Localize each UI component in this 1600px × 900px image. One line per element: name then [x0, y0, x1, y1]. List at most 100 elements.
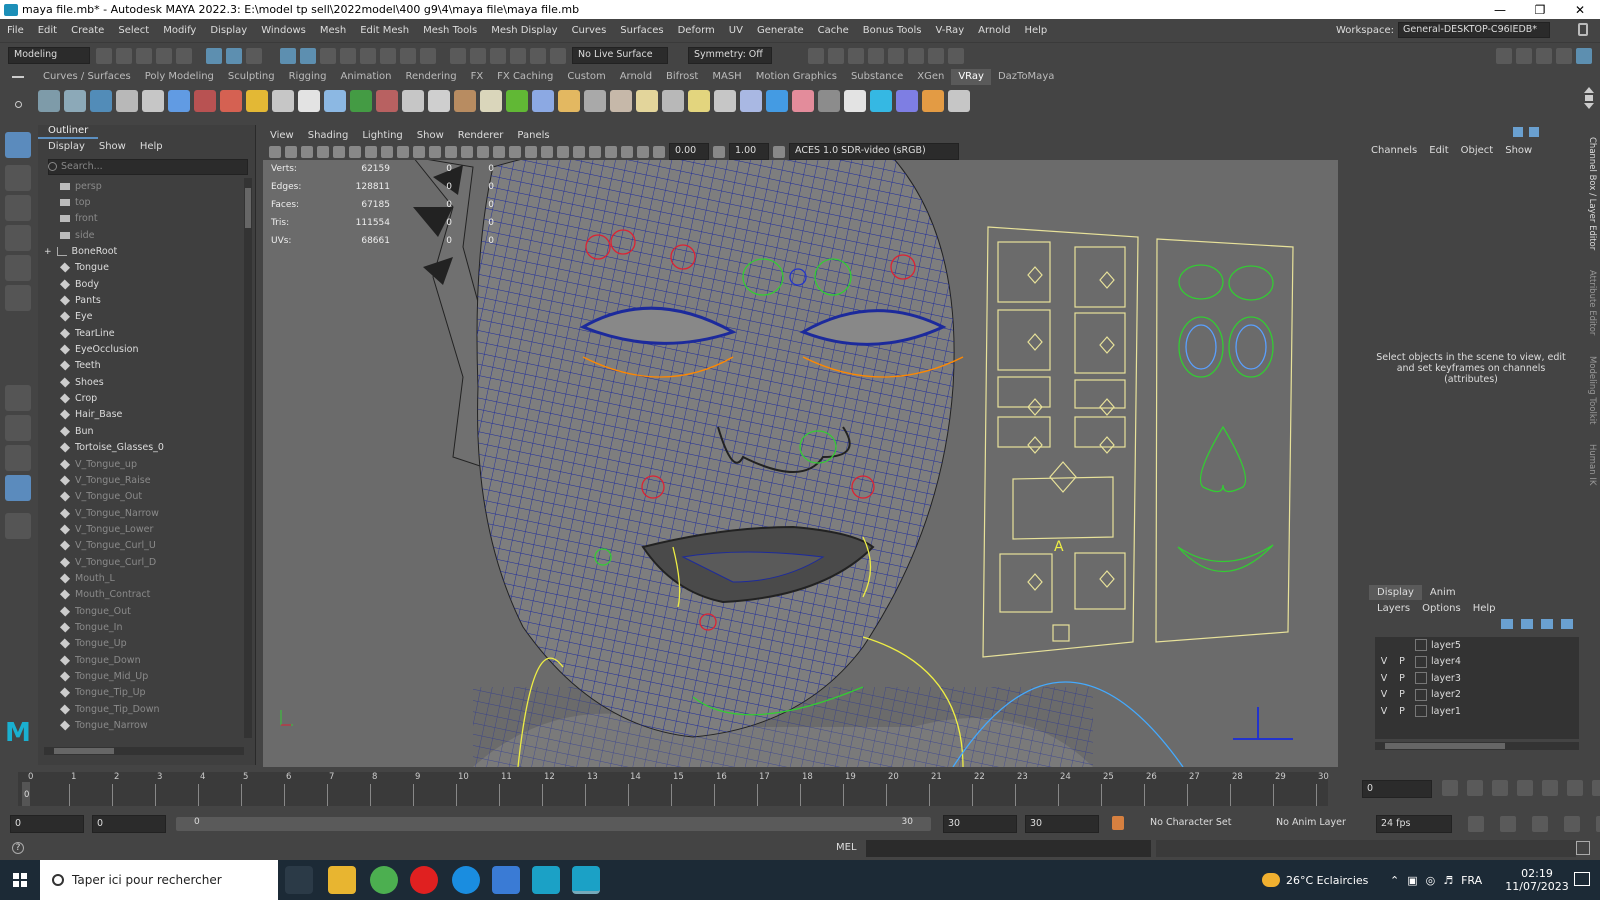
- loop-icon[interactable]: [1468, 816, 1484, 832]
- layer-playback-toggle[interactable]: P: [1393, 673, 1411, 684]
- outliner-menu-show[interactable]: Show: [99, 141, 126, 152]
- image-plane-icon[interactable]: [317, 145, 329, 158]
- shadows-icon[interactable]: [525, 145, 537, 158]
- shelf-tool-34-icon[interactable]: [896, 90, 918, 112]
- menu-item-create[interactable]: Create: [64, 25, 111, 36]
- shelf-tool-20-icon[interactable]: [532, 90, 554, 112]
- history-icon[interactable]: [420, 47, 436, 64]
- outliner-item[interactable]: V_Tongue_Out: [44, 489, 242, 505]
- shelf-tool-8-icon[interactable]: [220, 90, 242, 112]
- shelf-tab-mash[interactable]: MASH: [705, 69, 748, 85]
- shelf-tool-28-icon[interactable]: [740, 90, 762, 112]
- shelf-tab-animation[interactable]: Animation: [334, 69, 399, 85]
- layer-tab-display[interactable]: Display: [1369, 585, 1422, 600]
- menu-item-select[interactable]: Select: [111, 25, 156, 36]
- shelf-tool-12-icon[interactable]: [324, 90, 346, 112]
- lights-icon[interactable]: [509, 145, 521, 158]
- help-icon[interactable]: ?: [12, 842, 24, 854]
- cache-icon[interactable]: [1500, 816, 1516, 832]
- shelf-tool-1-icon[interactable]: [38, 90, 60, 112]
- close-button[interactable]: ✕: [1560, 0, 1600, 19]
- move-layer-up-icon[interactable]: [1501, 619, 1513, 629]
- render-region-icon[interactable]: [530, 47, 546, 64]
- shelf-tool-18-icon[interactable]: [480, 90, 502, 112]
- two-view-icon[interactable]: [5, 445, 31, 471]
- select-tool-icon[interactable]: [5, 132, 31, 158]
- wireframe-on-shaded-icon[interactable]: [477, 145, 489, 158]
- shelf-tool-30-icon[interactable]: [792, 90, 814, 112]
- render-settings-icon[interactable]: [868, 47, 884, 64]
- play-backward-icon[interactable]: [1517, 780, 1533, 796]
- attribute-editor-icon[interactable]: [1516, 47, 1532, 64]
- light-editor-icon[interactable]: [928, 47, 944, 64]
- hypershade-icon[interactable]: [888, 47, 904, 64]
- layer-visibility-toggle[interactable]: V: [1375, 656, 1393, 667]
- four-view-icon[interactable]: [5, 415, 31, 441]
- layer-row[interactable]: layer5: [1375, 637, 1579, 654]
- grid-icon[interactable]: [333, 145, 345, 158]
- scale-tool-icon[interactable]: [5, 285, 31, 311]
- channel-toggle-icon[interactable]: [1513, 127, 1523, 137]
- maya-active-taskbar-icon[interactable]: [572, 866, 600, 894]
- layer-menu-help[interactable]: Help: [1473, 603, 1496, 614]
- shelf-tool-32-icon[interactable]: [844, 90, 866, 112]
- outliner-item[interactable]: Crop: [44, 390, 242, 406]
- menu-item-arnold[interactable]: Arnold: [971, 25, 1017, 36]
- new-layer-selected-icon[interactable]: [1561, 619, 1573, 629]
- paint-select-icon[interactable]: [5, 195, 31, 221]
- shelf-tool-26-icon[interactable]: [688, 90, 710, 112]
- outliner-item[interactable]: V_Tongue_Narrow: [44, 505, 242, 521]
- outliner-menu-help[interactable]: Help: [140, 141, 163, 152]
- menu-item-uv[interactable]: UV: [722, 25, 750, 36]
- construction-history-icon[interactable]: [470, 47, 486, 64]
- shelf-tool-17-icon[interactable]: [454, 90, 476, 112]
- input-ops-icon[interactable]: [490, 47, 506, 64]
- character-icon[interactable]: [1596, 816, 1600, 832]
- clock[interactable]: 02:19 11/07/2023: [1505, 860, 1568, 900]
- opera-icon[interactable]: [410, 866, 438, 894]
- layer-tab-anim[interactable]: Anim: [1422, 585, 1464, 600]
- render-current-icon[interactable]: [550, 47, 566, 64]
- outliner-item[interactable]: V_Tongue_Lower: [44, 521, 242, 537]
- viewport-menu-lighting[interactable]: Lighting: [355, 130, 409, 141]
- menu-item-deform[interactable]: Deform: [671, 25, 722, 36]
- search-icon[interactable]: [5, 513, 31, 539]
- render-view-icon[interactable]: [808, 47, 824, 64]
- character-set-dropdown[interactable]: No Character Set: [1150, 817, 1256, 828]
- pause-icon[interactable]: [948, 47, 964, 64]
- outliner-item[interactable]: Tongue_In: [44, 619, 242, 635]
- camera-lock-icon[interactable]: [285, 145, 297, 158]
- layer-hscroll[interactable]: [1375, 742, 1579, 750]
- shelf-tool-27-icon[interactable]: [714, 90, 736, 112]
- outliner-item[interactable]: Hair_Base: [44, 407, 242, 423]
- layer-visibility-toggle[interactable]: V: [1375, 706, 1393, 717]
- shelf-scroll[interactable]: [1582, 85, 1596, 115]
- bookmark-icon[interactable]: [301, 145, 313, 158]
- shelf-tab-rendering[interactable]: Rendering: [398, 69, 463, 85]
- command-input[interactable]: [866, 840, 1151, 857]
- viewport-menu-show[interactable]: Show: [410, 130, 451, 141]
- safe-title-icon[interactable]: [429, 145, 441, 158]
- layer-row[interactable]: V Player2: [1375, 687, 1579, 704]
- shelf-tab-vray[interactable]: VRay: [951, 69, 991, 85]
- safe-action-icon[interactable]: [413, 145, 425, 158]
- outliner-item[interactable]: Tongue_Out: [44, 603, 242, 619]
- menu-item-file[interactable]: File: [0, 25, 31, 36]
- layer-visibility-toggle[interactable]: V: [1375, 689, 1393, 700]
- textured-icon[interactable]: [493, 145, 505, 158]
- shelf-menu-icon[interactable]: [12, 76, 24, 78]
- shelf-tool-5-icon[interactable]: [142, 90, 164, 112]
- layer-color-swatch[interactable]: [1415, 639, 1427, 652]
- outliner-item[interactable]: EyeOcclusion: [44, 341, 242, 357]
- outliner-item[interactable]: Mouth_Contract: [44, 587, 242, 603]
- rotate-tool-icon[interactable]: [5, 255, 31, 281]
- animation-end-field[interactable]: 30: [1025, 815, 1099, 833]
- layer-playback-toggle[interactable]: P: [1393, 706, 1411, 717]
- snap-view-icon[interactable]: [340, 47, 356, 64]
- shelf-tool-23-icon[interactable]: [610, 90, 632, 112]
- outliner-item[interactable]: Tortoise_Glasses_0: [44, 440, 242, 456]
- outliner-item[interactable]: Teeth: [44, 358, 242, 374]
- shelf-tab-arnold[interactable]: Arnold: [613, 69, 659, 85]
- auto-key-icon[interactable]: [1112, 816, 1124, 830]
- shelf-tool-4-icon[interactable]: [116, 90, 138, 112]
